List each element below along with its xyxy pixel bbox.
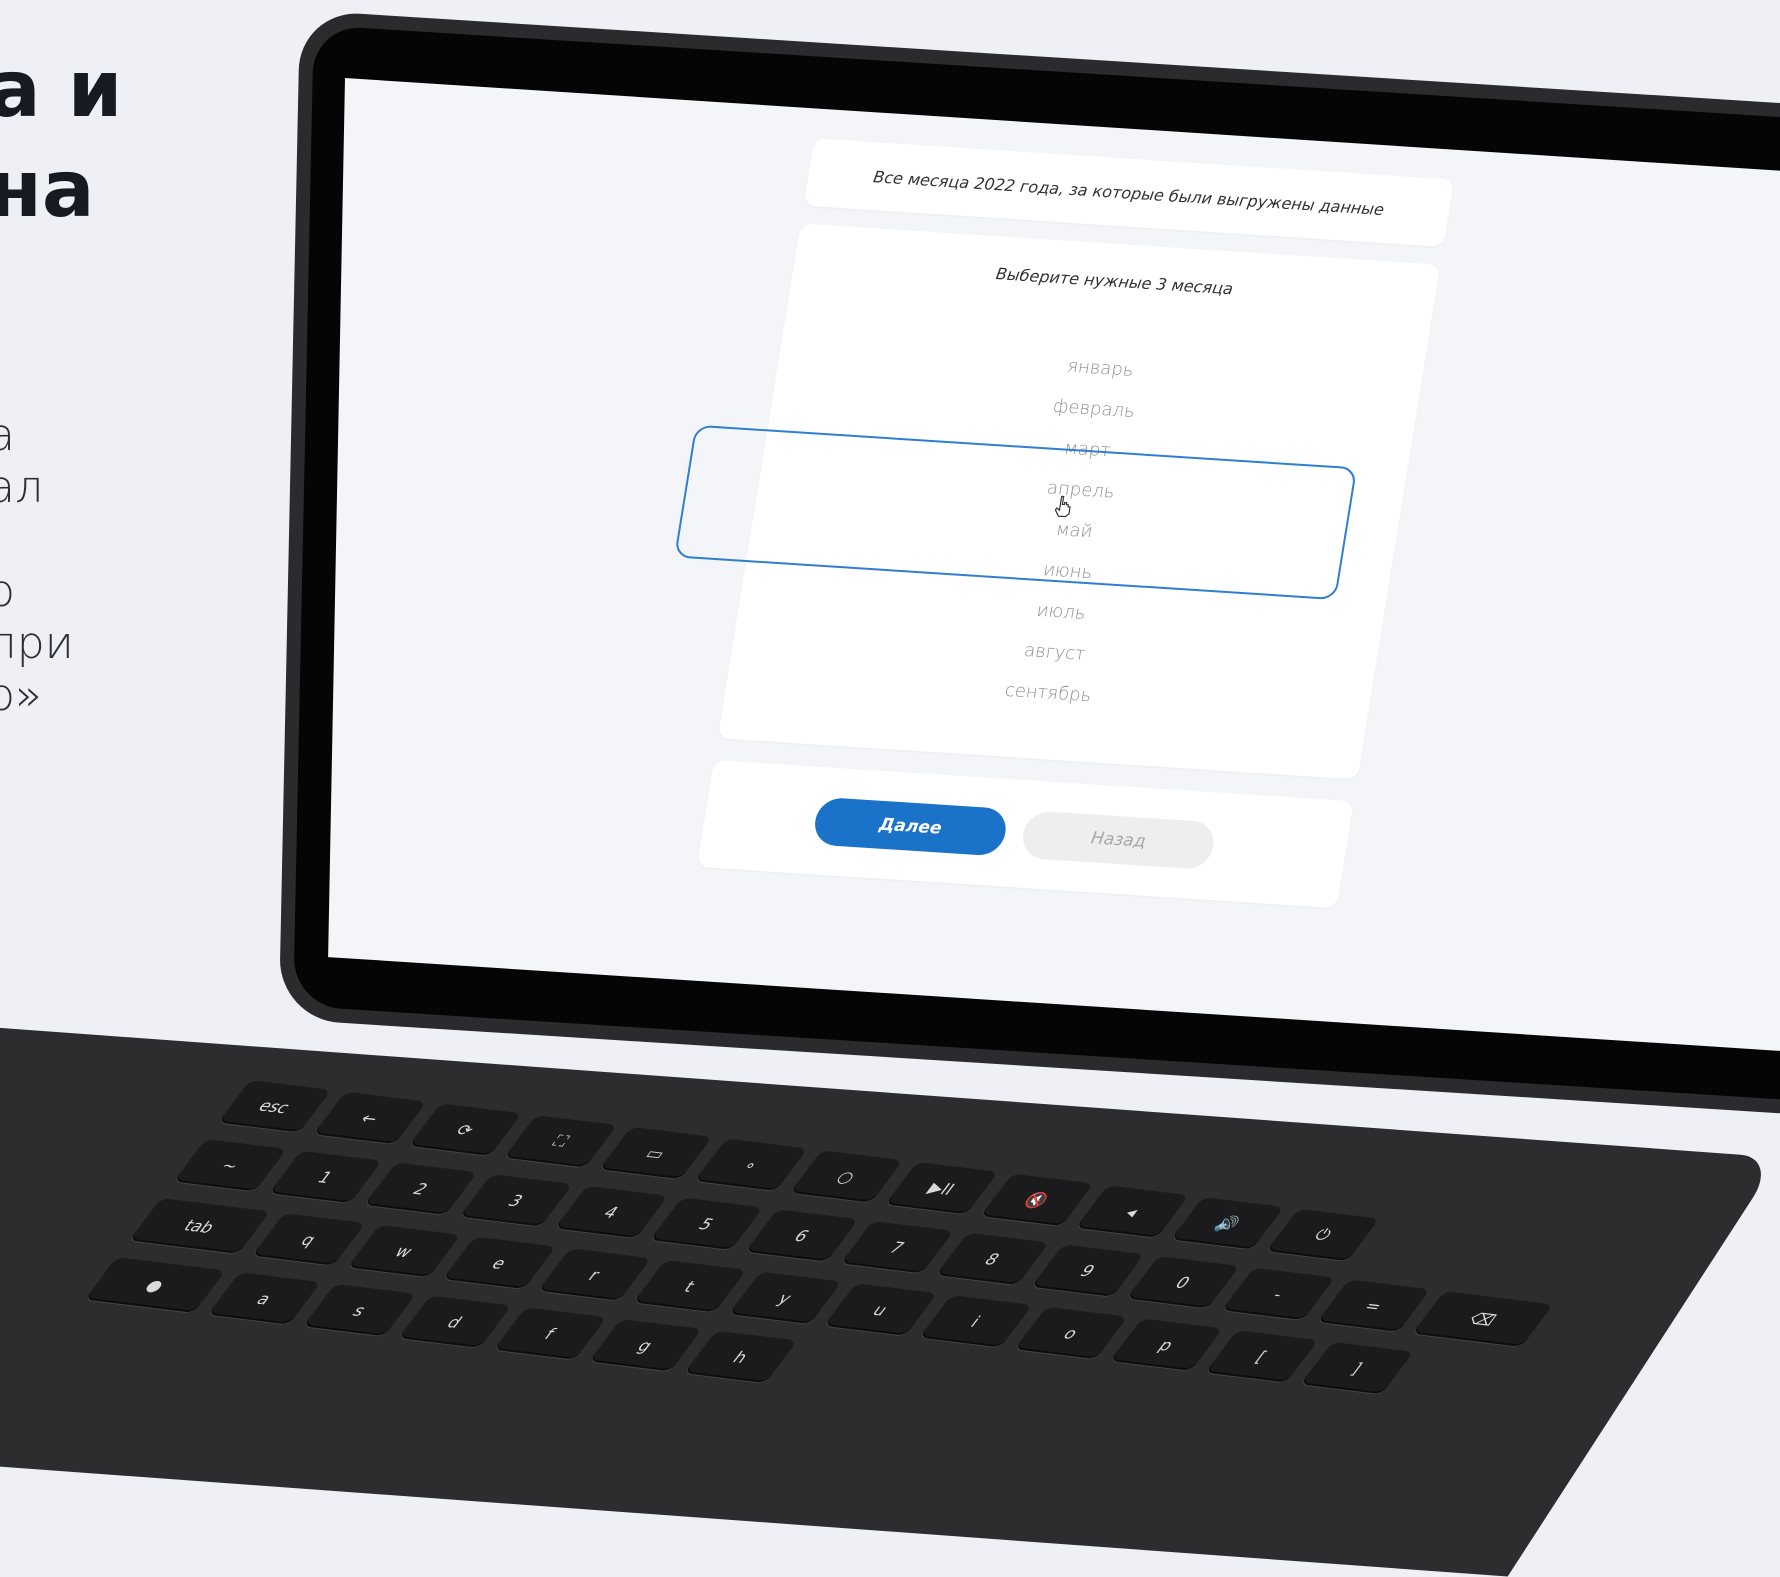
key-a[interactable]: a (207, 1272, 322, 1325)
key-refresh-icon[interactable]: ⟳ (408, 1103, 522, 1156)
key-7[interactable]: 7 (840, 1220, 954, 1274)
header-text: Все месяца 2022 года, за которые были вы… (872, 166, 1386, 219)
key-e[interactable]: e (442, 1236, 557, 1289)
back-button[interactable]: Назад (1019, 810, 1218, 870)
key-y[interactable]: y (728, 1271, 842, 1325)
key-1[interactable]: 1 (268, 1150, 383, 1204)
key-g[interactable]: g (588, 1318, 703, 1372)
key-d[interactable]: d (398, 1295, 512, 1348)
month-picker-app: Все месяца 2022 года, за которые были вы… (673, 138, 1455, 909)
promo-title: а и на (0, 45, 123, 235)
key-u[interactable]: u (823, 1283, 938, 1336)
key-2[interactable]: 2 (364, 1162, 478, 1215)
key-0[interactable]: 0 (1126, 1256, 1240, 1309)
key-power-icon[interactable]: ⏻ (1266, 1208, 1380, 1262)
key-equals[interactable]: = (1316, 1279, 1431, 1332)
next-button[interactable]: Далее (811, 796, 1010, 857)
key-minus[interactable]: - (1221, 1267, 1336, 1321)
key-3[interactable]: 3 (459, 1174, 573, 1227)
key-9[interactable]: 9 (1031, 1244, 1145, 1297)
footer-card: Далее Назад (696, 759, 1354, 909)
key-s[interactable]: s (302, 1283, 417, 1337)
key-bracket-right[interactable]: ] (1300, 1341, 1414, 1395)
key-8[interactable]: 8 (935, 1232, 1050, 1286)
key-w[interactable]: w (347, 1224, 461, 1278)
key-brightness-down-icon[interactable]: ∘ (694, 1138, 808, 1191)
key-mute-icon[interactable]: 🔇 (980, 1173, 1094, 1227)
key-back-icon[interactable]: ← (313, 1091, 427, 1145)
key-bracket-left[interactable]: [ (1205, 1330, 1319, 1383)
key-t[interactable]: t (633, 1259, 747, 1313)
key-volume-up-icon[interactable]: 🔊 (1170, 1196, 1285, 1250)
key-4[interactable]: 4 (554, 1185, 669, 1239)
key-q[interactable]: q (252, 1213, 366, 1266)
key-h[interactable]: h (684, 1330, 798, 1384)
promo-body: а ал о при о» (0, 410, 74, 721)
key-fullscreen-icon[interactable]: ⛶ (503, 1115, 618, 1168)
key-5[interactable]: 5 (649, 1197, 764, 1250)
key-play-pause-icon[interactable]: ▶II (885, 1161, 999, 1215)
picker-card: Выберите нужные 3 месяца январь февраль … (673, 223, 1441, 780)
laptop-screen: Все месяца 2022 года, за которые были вы… (328, 78, 1780, 1056)
key-backspace-icon[interactable]: ⌫ (1412, 1291, 1554, 1347)
key-volume-down-icon[interactable]: ◂ (1075, 1185, 1189, 1238)
key-r[interactable]: r (538, 1248, 652, 1301)
key-brightness-up-icon[interactable]: ○ (789, 1150, 904, 1203)
key-6[interactable]: 6 (745, 1209, 859, 1262)
hand-cursor-icon (1054, 495, 1071, 518)
key-i[interactable]: i (919, 1295, 1033, 1348)
key-p[interactable]: p (1109, 1318, 1224, 1371)
key-f[interactable]: f (493, 1307, 607, 1360)
key-windows-icon[interactable]: ▭ (599, 1126, 713, 1180)
